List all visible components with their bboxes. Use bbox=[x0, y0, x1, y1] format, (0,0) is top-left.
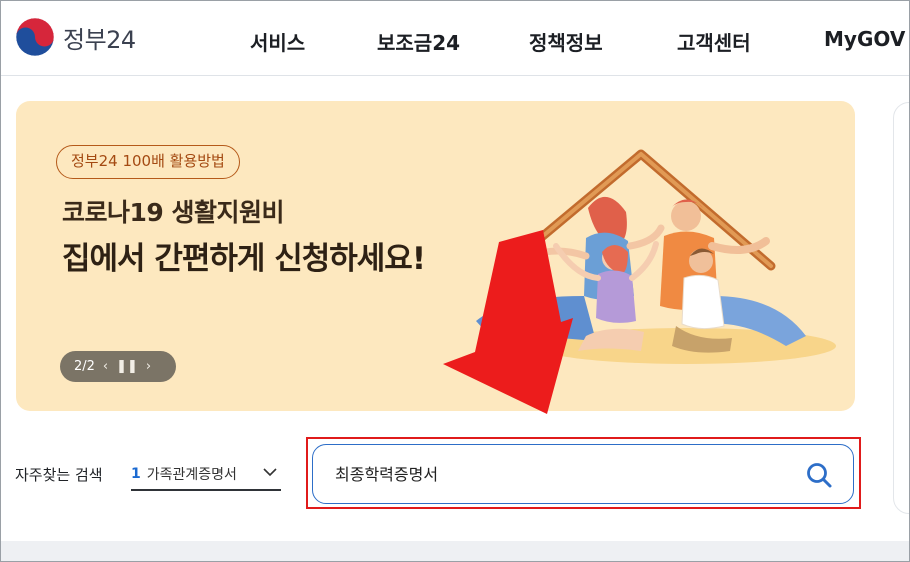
popular-rank: 1 bbox=[131, 466, 141, 482]
banner-pill: 정부24 100배 활용방법 bbox=[56, 145, 240, 179]
nav-policy-info[interactable]: 정책정보 bbox=[529, 27, 603, 56]
logo-text: 정부24 bbox=[63, 25, 136, 54]
browser-frame: 정부24 서비스 보조금24 정책정보 고객센터 MyGOV 정부24 100배… bbox=[0, 0, 910, 562]
popular-search-select[interactable]: 1 가족관계증명서 bbox=[131, 459, 281, 491]
nav-customer-center[interactable]: 고객센터 bbox=[677, 27, 751, 56]
pause-icon[interactable]: ❚❚ bbox=[116, 359, 138, 374]
chevron-down-icon bbox=[263, 468, 277, 477]
slider-control: 2/2 ‹ ❚❚ › bbox=[60, 351, 176, 382]
side-card bbox=[893, 102, 909, 514]
promo-banner[interactable]: 정부24 100배 활용방법 코로나19 생활지원비 집에서 간편하게 신청하세… bbox=[16, 101, 855, 411]
nav-subsidy24[interactable]: 보조금24 bbox=[377, 27, 460, 56]
search-input[interactable] bbox=[335, 463, 775, 482]
red-arrow-annotation bbox=[443, 230, 573, 414]
banner-subtitle: 코로나19 생활지원비 bbox=[62, 198, 285, 227]
banner-title: 집에서 간편하게 신청하세요! bbox=[62, 241, 426, 277]
site-logo[interactable]: 정부24 bbox=[15, 17, 136, 57]
footer-strip bbox=[1, 541, 909, 561]
site-header: 정부24 서비스 보조금24 정책정보 고객센터 MyGOV bbox=[1, 1, 909, 76]
prev-slide-icon[interactable]: ‹ bbox=[103, 359, 108, 374]
next-slide-icon[interactable]: › bbox=[146, 359, 151, 374]
slide-counter: 2/2 bbox=[74, 359, 95, 374]
search-icon[interactable] bbox=[805, 461, 833, 489]
taegeuk-logo-icon bbox=[15, 17, 55, 57]
popular-search-label: 자주찾는 검색 bbox=[15, 466, 103, 484]
search-box bbox=[312, 444, 854, 504]
nav-services[interactable]: 서비스 bbox=[250, 27, 305, 56]
popular-item: 가족관계증명서 bbox=[146, 467, 237, 483]
nav-mygov[interactable]: MyGOV bbox=[824, 27, 905, 51]
